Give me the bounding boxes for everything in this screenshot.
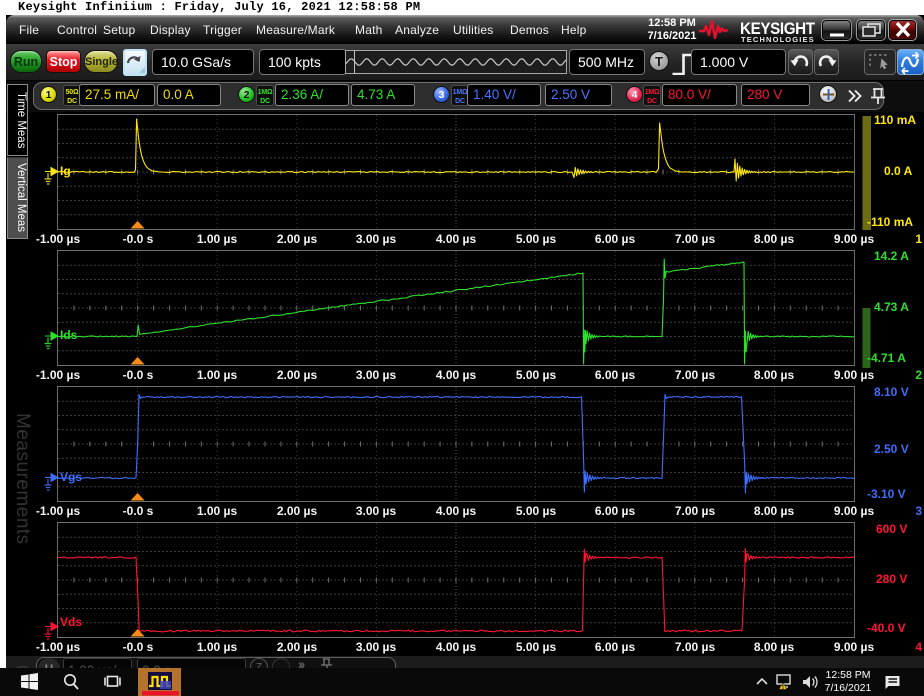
svg-text:!: ! [782,684,784,691]
